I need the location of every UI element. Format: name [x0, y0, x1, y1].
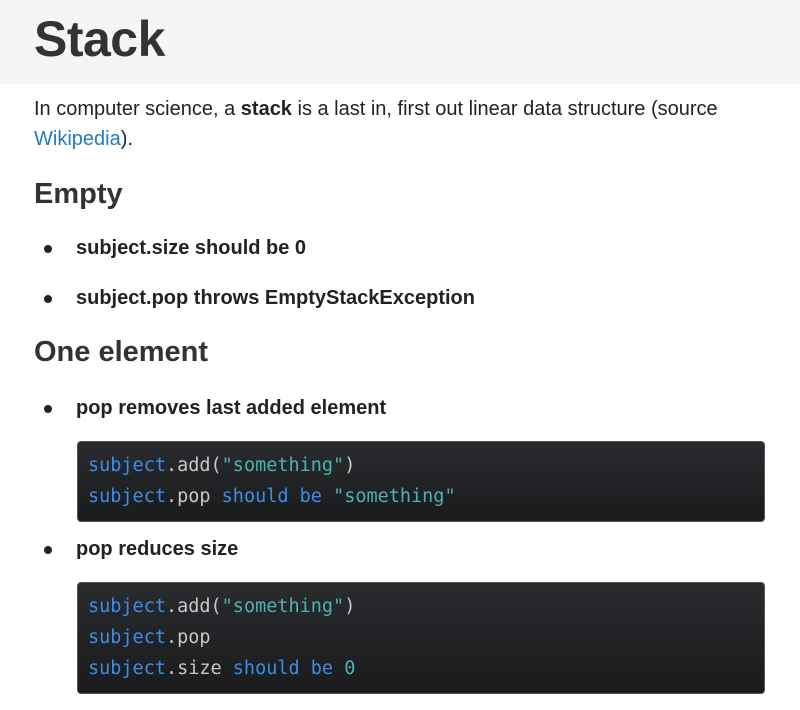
code-token: subject — [88, 627, 166, 648]
code-token: .add( — [165, 596, 222, 617]
code-line: subject.add("something") — [88, 591, 754, 622]
bullet-icon — [44, 244, 52, 253]
list-item-text: subject.size should be 0 — [76, 237, 307, 259]
list-item-text: subject.pop throws EmptyStackException — [76, 287, 475, 309]
code-token: should be — [232, 658, 334, 679]
code-line: subject.size should be 0 — [88, 653, 754, 684]
section-heading-one-element: One element — [34, 336, 209, 368]
intro-text-end: ). — [120, 128, 133, 150]
list-item-text: pop removes last added element — [76, 397, 387, 419]
code-token: .add( — [165, 455, 222, 476]
code-token: subject — [88, 658, 166, 679]
wikipedia-link[interactable]: Wikipedia — [34, 128, 121, 150]
list-item-text: pop reduces size — [76, 538, 239, 560]
code-token: "something" — [333, 486, 456, 507]
code-token: 0 — [344, 658, 356, 679]
code-token: subject — [88, 455, 166, 476]
code-token: subject — [88, 486, 166, 507]
list-item: subject.size should be 0 — [44, 237, 306, 260]
intro-text-before: In computer science, a — [34, 98, 241, 120]
code-line: subject.add("something") — [88, 450, 754, 481]
code-line: subject.pop — [88, 622, 754, 653]
code-token: .pop — [165, 627, 211, 648]
code-token: .pop — [165, 486, 222, 507]
list-item: pop reduces size — [44, 538, 238, 561]
page-title: Stack — [34, 11, 165, 67]
code-token: "something" — [221, 596, 345, 617]
list-item: pop removes last added element — [44, 397, 386, 420]
code-line: subject.pop should be "something" — [88, 481, 754, 512]
code-token: ) — [344, 455, 356, 476]
bullet-icon — [44, 545, 52, 554]
list-item: subject.pop throws EmptyStackException — [44, 287, 475, 310]
code-block: subject.add("something") subject.pop sho… — [77, 441, 765, 522]
code-token: subject — [88, 596, 166, 617]
section-heading-empty: Empty — [34, 178, 123, 210]
intro-text-after: is a last in, first out linear data stru… — [291, 98, 718, 120]
code-token: ) — [344, 596, 356, 617]
intro-paragraph: In computer science, a stack is a last i… — [34, 94, 774, 154]
intro-bold-term: stack — [240, 98, 292, 120]
code-token: "something" — [221, 455, 345, 476]
bullet-icon — [44, 294, 52, 303]
code-token: should be — [221, 486, 322, 507]
code-token: .size — [165, 658, 233, 679]
bullet-icon — [44, 404, 52, 413]
code-block: subject.add("something") subject.pop sub… — [77, 582, 765, 694]
